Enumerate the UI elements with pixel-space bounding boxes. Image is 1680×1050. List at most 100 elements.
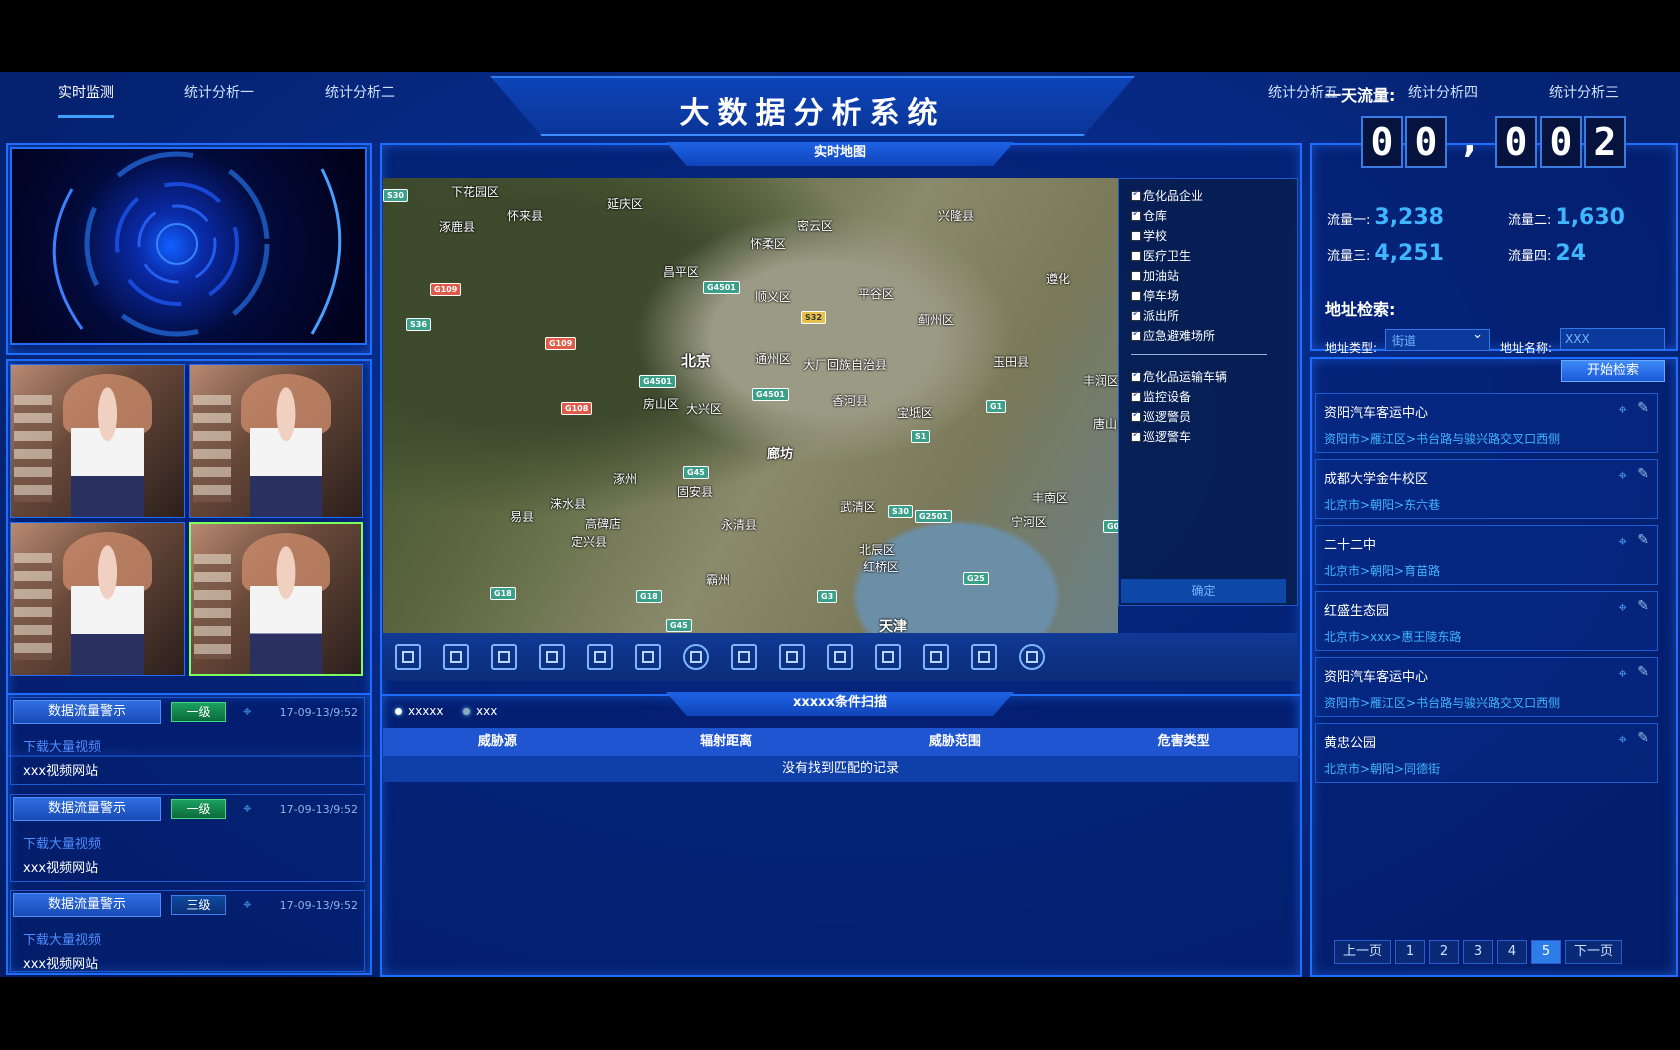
checkbox-checked[interactable] xyxy=(1131,389,1141,402)
prev-icon[interactable] xyxy=(539,644,565,670)
page-button[interactable]: 2 xyxy=(1429,940,1460,964)
location-pin-icon[interactable]: ⌖ xyxy=(243,799,251,817)
search-button[interactable]: 开始检索 xyxy=(1561,360,1665,382)
checkbox-unchecked[interactable] xyxy=(1131,250,1141,261)
layer-checkbox[interactable]: 医疗卫生 xyxy=(1131,247,1191,264)
camera-feed-3[interactable] xyxy=(10,522,185,676)
location-pin-icon[interactable]: ⌖ xyxy=(243,702,251,720)
prev-page-button[interactable]: 上一页 xyxy=(1334,940,1392,964)
flask-icon[interactable] xyxy=(827,644,853,670)
checkbox-checked[interactable] xyxy=(1131,369,1141,382)
checkbox-checked[interactable] xyxy=(1131,188,1141,201)
location-pin-icon[interactable]: ⌖ xyxy=(1619,730,1627,748)
checkbox-checked[interactable] xyxy=(1131,409,1141,422)
alert-type-button[interactable]: 数据流量警示 xyxy=(13,893,161,917)
zoom-in-icon[interactable] xyxy=(443,644,469,670)
alert-item[interactable]: 数据流量警示 一级 ⌖ 17-09-13/9:52 下载大量视频 xxx视频网站 xyxy=(10,697,365,785)
location-pin-icon[interactable]: ⌖ xyxy=(1619,532,1627,550)
checkbox-unchecked[interactable] xyxy=(1131,290,1141,301)
zoom-out-icon[interactable] xyxy=(491,644,517,670)
nav-tab-realtime[interactable]: 实时监测 xyxy=(58,82,114,118)
layer-label: 监控设备 xyxy=(1143,390,1192,404)
nav-tab-stats-4[interactable]: 统计分析四 xyxy=(1408,82,1478,102)
address-name-input[interactable] xyxy=(1560,328,1665,350)
fullscreen-icon[interactable] xyxy=(395,644,421,670)
page-button-current[interactable]: 5 xyxy=(1531,940,1562,964)
camera-feed-2[interactable] xyxy=(188,364,363,518)
layer-checkbox[interactable]: 仓库 xyxy=(1131,207,1167,224)
layer-checkbox[interactable]: 应急避难场所 xyxy=(1131,327,1215,344)
result-item[interactable]: 红盛生态园 北京市>xxx>惠王陵东路 ⌖ ✎ xyxy=(1315,591,1658,651)
result-name: 成都大学金牛校区 xyxy=(1324,472,1429,487)
globe-icon[interactable] xyxy=(683,644,709,670)
refresh-icon[interactable] xyxy=(1019,644,1045,670)
checkbox-checked[interactable] xyxy=(1131,328,1141,341)
road-marker: G45 xyxy=(666,619,692,632)
page-button[interactable]: 3 xyxy=(1463,940,1494,964)
page-button[interactable]: 1 xyxy=(1395,940,1426,964)
next-page-button[interactable]: 下一页 xyxy=(1565,940,1623,964)
page-button[interactable]: 4 xyxy=(1497,940,1528,964)
edit-icon[interactable]: ✎ xyxy=(1637,664,1649,680)
layer-checkbox[interactable]: 巡逻警车 xyxy=(1131,428,1191,445)
column-header[interactable]: 危害类型 xyxy=(1069,728,1298,756)
result-item[interactable]: 资阳汽车客运中心 资阳市>雁江区>书台路与骏兴路交叉口西侧 ⌖ ✎ xyxy=(1315,657,1658,717)
result-item[interactable]: 黄忠公园 北京市>朝阳>同德街 ⌖ ✎ xyxy=(1315,723,1658,783)
satellite-map[interactable]: 下花园区 延庆区 怀来县 涿鹿县 密云区 兴隆县 怀柔区 昌平区 顺义区 平谷区… xyxy=(383,178,1118,633)
layer-checkbox[interactable]: 学校 xyxy=(1131,227,1167,244)
truck-icon[interactable] xyxy=(923,644,949,670)
camera-feed-1[interactable] xyxy=(10,364,185,518)
edit-icon[interactable]: ✎ xyxy=(1637,466,1649,482)
alert-subtitle[interactable]: 下载大量视频 xyxy=(23,736,101,755)
location-pin-icon[interactable]: ⌖ xyxy=(243,895,251,913)
camera-feed-4-selected[interactable] xyxy=(188,522,363,676)
map-toolbar xyxy=(383,633,1298,681)
result-item[interactable]: 资阳汽车客运中心 资阳市>雁江区>书台路与骏兴路交叉口西侧 ⌖ ✎ xyxy=(1315,393,1658,453)
layer-checkbox[interactable]: 监控设备 xyxy=(1131,388,1191,405)
column-header[interactable]: 威胁范围 xyxy=(841,728,1070,756)
edit-icon[interactable]: ✎ xyxy=(1637,532,1649,548)
layer-checkbox[interactable]: 派出所 xyxy=(1131,307,1179,324)
video-feed-main[interactable] xyxy=(10,147,367,345)
layer-checkbox[interactable]: 危化品运输车辆 xyxy=(1131,368,1227,385)
alert-subtitle[interactable]: 下载大量视频 xyxy=(23,929,101,948)
location-pin-icon[interactable]: ⌖ xyxy=(1619,664,1627,682)
alert-type-button[interactable]: 数据流量警示 xyxy=(13,797,161,821)
layer-checkbox[interactable]: 加油站 xyxy=(1131,267,1179,284)
nav-tab-stats-2[interactable]: 统计分析二 xyxy=(325,82,395,102)
edit-icon[interactable]: ✎ xyxy=(1637,598,1649,614)
address-type-select[interactable]: 街道 xyxy=(1385,327,1490,351)
alert-subtitle[interactable]: 下载大量视频 xyxy=(23,833,101,852)
edit-icon[interactable]: ✎ xyxy=(1637,730,1649,746)
edit-icon[interactable]: ✎ xyxy=(1637,400,1649,416)
window-icon[interactable] xyxy=(971,644,997,670)
location-pin-icon[interactable]: ⌖ xyxy=(1619,598,1627,616)
location-pin-icon[interactable]: ⌖ xyxy=(1619,400,1627,418)
location-pin-icon[interactable]: ⌖ xyxy=(1619,466,1627,484)
result-item[interactable]: 成都大学金牛校区 北京市>朝阳>东六巷 ⌖ ✎ xyxy=(1315,459,1658,519)
next-icon[interactable] xyxy=(587,644,613,670)
buildings-icon[interactable] xyxy=(779,644,805,670)
checkbox-checked[interactable] xyxy=(1131,429,1141,442)
checkbox-unchecked[interactable] xyxy=(1131,230,1141,241)
tower-icon[interactable] xyxy=(875,644,901,670)
alert-type-button[interactable]: 数据流量警示 xyxy=(13,700,161,724)
stat-value: 1,630 xyxy=(1555,205,1625,230)
map-icon[interactable] xyxy=(635,644,661,670)
layer-checkbox[interactable]: 巡逻警员 xyxy=(1131,408,1191,425)
layer-label: 仓库 xyxy=(1143,209,1168,223)
alert-item[interactable]: 数据流量警示 三级 ⌖ 17-09-13/9:52 下载大量视频 xxx视频网站 xyxy=(10,890,365,972)
checkbox-checked[interactable] xyxy=(1131,308,1141,321)
confirm-button[interactable]: 确定 xyxy=(1121,579,1286,603)
result-item[interactable]: 二十二中 北京市>朝阳>育苗路 ⌖ ✎ xyxy=(1315,525,1658,585)
layer-checkbox[interactable]: 危化品企业 xyxy=(1131,187,1203,204)
layer-checkbox[interactable]: 停车场 xyxy=(1131,287,1179,304)
column-header[interactable]: 威胁源 xyxy=(383,728,612,756)
alert-item[interactable]: 数据流量警示 一级 ⌖ 17-09-13/9:52 下载大量视频 xxx视频网站 xyxy=(10,794,365,882)
checkbox-checked[interactable] xyxy=(1131,208,1141,221)
column-header[interactable]: 辐射距离 xyxy=(612,728,841,756)
checkbox-unchecked[interactable] xyxy=(1131,270,1141,281)
nav-tab-stats-3[interactable]: 统计分析三 xyxy=(1549,82,1619,102)
layers-icon[interactable] xyxy=(731,644,757,670)
nav-tab-stats-1[interactable]: 统计分析一 xyxy=(184,82,254,102)
